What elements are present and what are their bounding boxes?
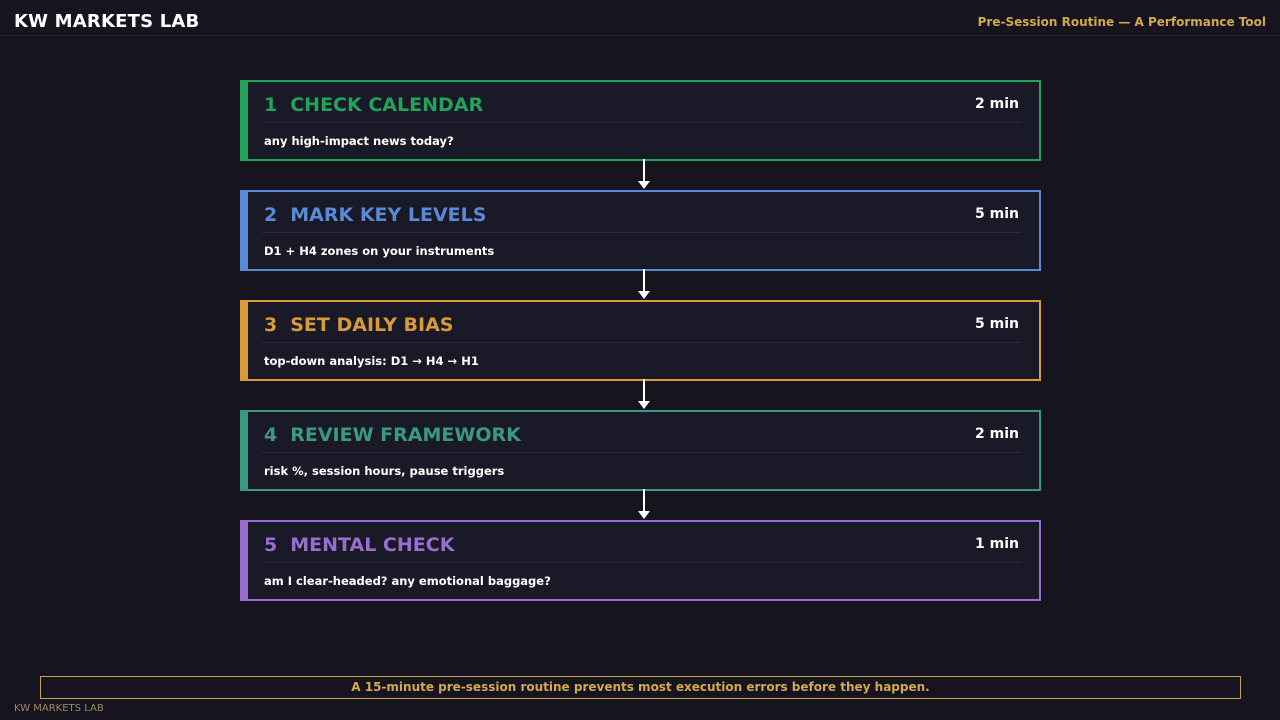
step-card-4: 4 REVIEW FRAMEWORK 2 min risk %, session … <box>240 410 1041 519</box>
step-name: MENTAL CHECK <box>290 534 455 556</box>
brand-title: KW MARKETS LAB <box>14 11 200 32</box>
step-duration: 2 min <box>975 426 1019 442</box>
step-number: 3 <box>264 314 278 336</box>
step-title: 2 MARK KEY LEVELS <box>264 204 486 226</box>
step-divider <box>262 122 1021 123</box>
step-title: 4 REVIEW FRAMEWORK <box>264 424 521 446</box>
step-title: 3 SET DAILY BIAS <box>264 314 453 336</box>
down-arrow-icon <box>638 489 650 521</box>
step-title: 5 MENTAL CHECK <box>264 534 454 556</box>
step-number: 5 <box>264 534 278 556</box>
step-description: risk %, session hours, pause triggers <box>264 464 505 478</box>
step-divider <box>262 562 1021 563</box>
step-name: MARK KEY LEVELS <box>290 204 487 226</box>
routine-flow: 1 CHECK CALENDAR 2 min any high-impact ne… <box>240 80 1041 601</box>
step-card-2: 2 MARK KEY LEVELS 5 min D1 + H4 zones on … <box>240 190 1041 299</box>
step-name: SET DAILY BIAS <box>290 314 454 336</box>
step-description: D1 + H4 zones on your instruments <box>264 244 495 258</box>
summary-banner: A 15-minute pre-session routine prevents… <box>40 676 1241 699</box>
step-duration: 5 min <box>975 316 1019 332</box>
step-card-1: 1 CHECK CALENDAR 2 min any high-impact ne… <box>240 80 1041 189</box>
step-name: CHECK CALENDAR <box>290 94 484 116</box>
step-divider <box>262 452 1021 453</box>
step-description: am I clear-headed? any emotional baggage… <box>264 574 551 588</box>
footer-brand: KW MARKETS LAB <box>14 703 104 714</box>
step-number: 1 <box>264 94 278 116</box>
step-description: top-down analysis: D1 → H4 → H1 <box>264 354 479 368</box>
down-arrow-icon <box>638 379 650 411</box>
tagline: Pre-Session Routine — A Performance Tool <box>977 15 1266 29</box>
step-divider <box>262 232 1021 233</box>
step-title: 1 CHECK CALENDAR <box>264 94 483 116</box>
step-description: any high-impact news today? <box>264 134 454 148</box>
down-arrow-icon <box>638 269 650 301</box>
step-card-5: 5 MENTAL CHECK 1 min am I clear-headed? a… <box>240 520 1041 601</box>
step-duration: 1 min <box>975 536 1019 552</box>
step-number: 2 <box>264 204 278 226</box>
down-arrow-icon <box>638 159 650 191</box>
step-duration: 5 min <box>975 206 1019 222</box>
step-divider <box>262 342 1021 343</box>
step-name: REVIEW FRAMEWORK <box>290 424 521 446</box>
step-number: 4 <box>264 424 278 446</box>
step-duration: 2 min <box>975 96 1019 112</box>
header: KW MARKETS LAB Pre-Session Routine — A P… <box>0 0 1280 36</box>
step-card-3: 3 SET DAILY BIAS 5 min top-down analysis:… <box>240 300 1041 409</box>
